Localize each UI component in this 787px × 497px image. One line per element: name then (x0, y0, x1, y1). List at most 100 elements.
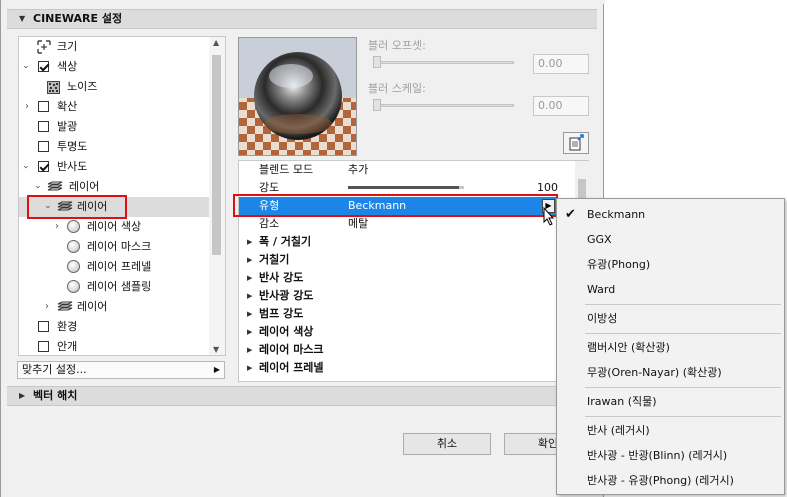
tree-item-size[interactable]: 크기 (19, 37, 211, 57)
strength-slider-fill (348, 186, 460, 189)
menu-separator (585, 333, 781, 334)
menu-item-oren-nayar[interactable]: 무광(Oren-Nayar) (확산광) (557, 361, 784, 385)
export-button[interactable] (563, 132, 589, 154)
blur-offset-slider[interactable] (374, 61, 514, 64)
tree-item-noise[interactable]: 노이즈 (19, 77, 211, 97)
reflectance-checkbox[interactable] (38, 161, 49, 172)
menu-item-ward[interactable]: Ward (557, 278, 784, 302)
tree-item-layer-color[interactable]: › 레이어 색상 (19, 217, 211, 237)
blur-scale-slider-knob[interactable] (373, 99, 381, 111)
mouse-cursor-icon (543, 207, 555, 226)
blur-scale-label: 블러 스케일: (368, 82, 426, 95)
menu-separator (585, 416, 781, 417)
tree-item-layer-mask[interactable]: 레이어 마스크 (19, 237, 211, 257)
tree-item-label: 반사도 (57, 160, 88, 173)
noise-icon (47, 81, 60, 94)
dialog-top-edge (1, 0, 605, 4)
tree-item-color[interactable]: › 색상 (19, 57, 211, 77)
transparency-checkbox[interactable] (38, 141, 49, 152)
cineware-section-header[interactable]: ▼ CINEWARE 설정 (7, 9, 597, 29)
menu-item-beckmann[interactable]: ✔ Beckmann (557, 203, 784, 227)
menu-item-lambertian[interactable]: 램버시안 (확산광) (557, 336, 784, 360)
prop-row-blend-mode[interactable]: 블렌드 모드 추가 (239, 161, 572, 179)
group-layer-mask[interactable]: ▶ 레이어 마스크 (247, 341, 567, 359)
group-roughness[interactable]: ▶ 거칠기 (247, 251, 567, 269)
menu-item-irawan[interactable]: Irawan (직물) (557, 390, 784, 414)
tree-item-fog[interactable]: 안개 (19, 337, 211, 355)
type-popup-menu: ✔ Beckmann GGX 유광(Phong) Ward 이방성 램버시안 (… (556, 198, 785, 495)
menu-item-phong-legacy[interactable]: 반사광 - 유광(Phong) (레거시) (557, 469, 784, 493)
tree-item-luminance[interactable]: 발광 (19, 117, 211, 137)
menu-separator (585, 387, 781, 388)
chevron-down-icon[interactable]: › (19, 65, 35, 69)
group-layer-fresnel[interactable]: ▶ 레이어 프레넬 (247, 359, 567, 377)
highlight-box-layer (27, 195, 127, 219)
group-label: 반사 강도 (259, 271, 304, 284)
tree-item-label: 색상 (57, 60, 78, 73)
tree-item-layer-2[interactable]: › 레이어 (19, 297, 211, 317)
tree-item-label: 레이어 (69, 180, 100, 193)
scroll-down-icon[interactable]: ▼ (213, 345, 219, 354)
menu-item-label: 이방성 (587, 312, 618, 325)
tree-item-label: 발광 (57, 120, 78, 133)
preset-label: 맞추기 설정... (22, 363, 87, 376)
tree-item-layer-sampling[interactable]: 레이어 샘플링 (19, 277, 211, 297)
group-width-roughness[interactable]: ▶ 폭 / 거칠기 (247, 233, 567, 251)
menu-item-blinn-legacy[interactable]: 반사광 - 반광(Blinn) (레거시) (557, 444, 784, 468)
group-layer-color[interactable]: ▶ 레이어 색상 (247, 323, 567, 341)
chevron-right-icon[interactable]: › (55, 217, 59, 237)
blur-scale-slider[interactable] (374, 104, 514, 107)
cancel-button[interactable]: 취소 (403, 433, 491, 455)
luminance-checkbox[interactable] (38, 121, 49, 132)
prop-value: 추가 (348, 163, 369, 176)
preview-sphere-image (239, 38, 356, 155)
menu-item-label: 유광(Phong) (587, 258, 651, 271)
group-label: 레이어 마스크 (259, 343, 324, 356)
diffusion-checkbox[interactable] (38, 101, 49, 112)
vector-hatch-section-header[interactable]: ▶ 벡터 해치 (7, 386, 597, 406)
chevron-down-icon[interactable]: › (27, 185, 47, 189)
tree-item-label: 노이즈 (67, 80, 98, 93)
fog-checkbox[interactable] (38, 341, 49, 352)
tree-item-layer[interactable]: › 레이어 (19, 177, 211, 197)
group-label: 범프 강도 (259, 307, 304, 320)
tree-item-layer-fresnel[interactable]: 레이어 프레넬 (19, 257, 211, 277)
triangle-right-icon: ▶ (213, 365, 220, 374)
preset-dropdown[interactable]: 맞추기 설정... ▶ (17, 361, 225, 379)
chevron-down-icon[interactable]: › (19, 165, 35, 169)
expand-triangle-icon: ▶ (247, 310, 253, 318)
blur-scale-field[interactable]: 0.00 (533, 96, 589, 116)
chevron-right-icon[interactable]: › (25, 97, 29, 117)
strength-slider[interactable] (348, 186, 464, 189)
menu-item-anisotropic[interactable]: 이방성 (557, 307, 784, 331)
layers-icon (47, 181, 63, 191)
menu-item-phong[interactable]: 유광(Phong) (557, 253, 784, 277)
tree-item-environment[interactable]: 환경 (19, 317, 211, 337)
group-bump-strength[interactable]: ▶ 범프 강도 (247, 305, 567, 323)
tree-item-reflectance[interactable]: › 반사도 (19, 157, 211, 177)
expand-triangle-icon: ▶ (19, 391, 26, 400)
tree-item-label: 크기 (57, 40, 78, 53)
tree-item-transparency[interactable]: 투명도 (19, 137, 211, 157)
group-label: 반사광 강도 (259, 289, 314, 302)
group-specular-strength[interactable]: ▶ 반사광 강도 (247, 287, 567, 305)
checkmark-icon: ✔ (565, 207, 576, 222)
menu-item-ggx[interactable]: GGX (557, 228, 784, 252)
prop-row-falloff[interactable]: 감소 메탈 (239, 215, 572, 233)
menu-item-label: Irawan (직물) (587, 395, 657, 408)
blur-offset-field[interactable]: 0.00 (533, 54, 589, 74)
tree-scrollbar[interactable]: ▲ ▼ (209, 37, 225, 355)
shader-ball-icon (67, 220, 80, 233)
expand-triangle-icon: ▶ (247, 328, 253, 336)
color-checkbox[interactable] (38, 61, 49, 72)
group-reflection-strength[interactable]: ▶ 반사 강도 (247, 269, 567, 287)
environment-checkbox[interactable] (38, 321, 49, 332)
tree-item-label: 투명도 (57, 140, 88, 153)
tree-scrollbar-thumb[interactable] (212, 55, 221, 255)
blur-offset-slider-knob[interactable] (373, 56, 381, 68)
menu-separator (585, 304, 781, 305)
scroll-up-icon[interactable]: ▲ (213, 38, 219, 47)
menu-item-reflection-legacy[interactable]: 반사 (레거시) (557, 419, 784, 443)
tree-item-diffusion[interactable]: › 확산 (19, 97, 211, 117)
chevron-right-icon[interactable]: › (45, 297, 49, 317)
